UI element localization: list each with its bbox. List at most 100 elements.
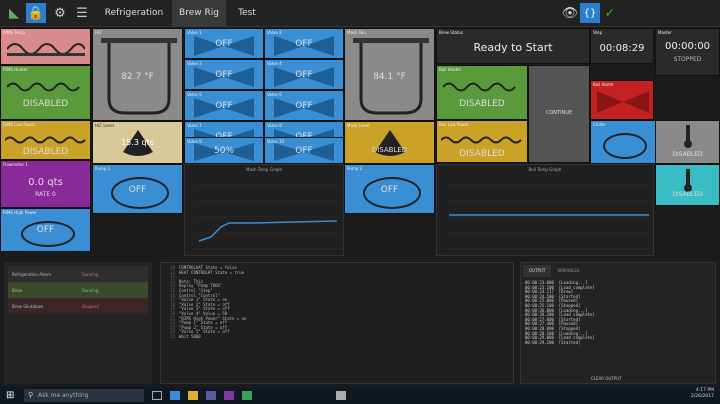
tile-boil-thermo[interactable]: DISABLED (655, 120, 720, 164)
eye-icon[interactable]: 👁 (560, 3, 580, 23)
tile-boil-low[interactable]: Boil Low Power DISABLED (436, 120, 528, 163)
tile-valve-2[interactable]: Valve 2 OFF (264, 28, 344, 59)
disabled-label: DISABLED (22, 147, 69, 157)
task-view-icon[interactable] (152, 391, 162, 400)
line-number: 25 (170, 333, 175, 339)
tile-label: Boil Heater (439, 67, 462, 72)
app-icon[interactable] (336, 391, 346, 400)
tray-clock[interactable]: 4:17 PM 2/26/2017 (691, 388, 714, 400)
status-value: Running (82, 271, 99, 277)
tab-brew-rig[interactable]: Brew Rig (172, 0, 226, 27)
check-icon[interactable]: ✓ (600, 3, 620, 23)
app-icon[interactable] (242, 391, 252, 400)
tile-label: Valve 7 (187, 123, 202, 128)
off-label: OFF (128, 185, 147, 195)
status-row[interactable]: Brew Shutdown Stopped (8, 298, 148, 314)
tab-refrigeration[interactable]: Refrigeration (96, 0, 172, 27)
tile-valve-4[interactable]: Valve 4 OFF (264, 59, 344, 90)
code-area[interactable]: 10 CONTROLHAT State = false 11 HEAT CONTROL… (165, 265, 246, 340)
lock-icon[interactable]: 🔒 (26, 3, 46, 23)
status-name: Refrigeration Alarm (12, 271, 52, 277)
heater-coil-icon (443, 82, 516, 92)
tile-rims-high[interactable]: RIMS High Power OFF (0, 208, 91, 252)
heater-coil-icon (7, 82, 80, 92)
windows-start-icon[interactable]: ⊞ (6, 390, 14, 401)
status-value: Stopped (82, 303, 99, 309)
output-panel: OUTPUT VARIABLES 00:00:23.000 [Loading..… (520, 262, 716, 384)
tile-label: Valve 4 (267, 61, 282, 66)
code-braces-icon[interactable]: {} (580, 3, 600, 23)
tile-label: RIMS Temp (3, 30, 25, 35)
tile-label: Valve 2 (267, 30, 282, 35)
tile-valve-10[interactable]: Valve 10 OFF (264, 137, 344, 164)
tile-rims-low[interactable]: RIMS Low Power DISABLED (0, 120, 91, 160)
tile-valve-9[interactable]: Valve 9 50% (184, 137, 264, 164)
heater-coil-icon (441, 136, 522, 144)
tile-valve-1[interactable]: Valve 1 OFF (184, 28, 264, 59)
disabled-label: DISABLED (672, 191, 703, 198)
tile-hlt-level[interactable]: HLT Level 15.3 qts (92, 121, 183, 164)
heater-coil-icon (5, 136, 86, 144)
list-icon[interactable]: ☰ (72, 3, 92, 23)
disabled-label: DISABLED (371, 146, 408, 154)
tile-label: Valve 8 (267, 123, 282, 128)
tile-mash-temp[interactable]: Mash Tun 84.1 °F (344, 28, 435, 121)
app-icon[interactable] (224, 391, 234, 400)
tile-label: RIMS High Power (3, 210, 37, 215)
tile-rims-heater[interactable]: RIMS Heater DISABLED (0, 65, 91, 120)
clear-output-button[interactable]: CLEAR OUTPUT (591, 376, 622, 381)
status-row[interactable]: Brew Running (8, 282, 148, 298)
off-label: OFF (36, 225, 55, 235)
valve-icon (597, 91, 649, 113)
thermometer-icon (684, 169, 692, 192)
graph-title: Mash Temp Graph (246, 167, 282, 172)
tile-mash-level[interactable]: Mash Level DISABLED (344, 121, 435, 164)
continue-button[interactable]: CONTINUE (528, 65, 590, 163)
tile-chiller[interactable]: Chiller (590, 120, 656, 164)
flow-value: 0.0 qts (28, 177, 63, 188)
tile-label: Master (658, 30, 672, 35)
tile-label: Pump 1 (95, 166, 111, 171)
tile-valve-3[interactable]: Valve 3 OFF (184, 59, 264, 90)
tab-variables[interactable]: VARIABLES (551, 265, 585, 277)
tile-label: RIMS Heater (3, 67, 28, 72)
folder-icon[interactable] (188, 391, 198, 400)
search-placeholder: Ask me anything (38, 392, 89, 399)
tile-flowmeter[interactable]: Flowmeter 1 0.0 qts RATE 0 (0, 160, 91, 208)
status-name: Brew Shutdown (12, 303, 44, 309)
top-bar: ◣ 🔒 ⚙ ☰ Refrigeration Brew Rig Test 👁 {}… (0, 0, 720, 27)
tile-tan-fill[interactable]: DISABLED (655, 164, 720, 206)
tile-label: Brew Status (439, 30, 464, 35)
off-label: OFF (295, 70, 313, 80)
tile-label: Step (593, 30, 603, 35)
status-row[interactable]: Refrigeration Alarm Running (8, 266, 148, 282)
tab-output[interactable]: OUTPUT (523, 265, 552, 277)
browser-icon[interactable] (170, 391, 180, 400)
tab-test[interactable]: Test (226, 0, 268, 27)
code-text: Wait 5000 (179, 333, 201, 339)
tile-boil-heater[interactable]: Boil Heater DISABLED (436, 65, 528, 120)
hlt-level-value: 15.3 qts (121, 138, 154, 147)
valve-percent: 50% (213, 146, 234, 156)
tile-brew-status: Brew Status Ready to Start (436, 28, 590, 64)
off-label: OFF (295, 39, 313, 49)
tile-label: Boil Low Power (439, 122, 469, 127)
off-label: OFF (215, 39, 233, 49)
tile-valve-5[interactable]: Valve 5 OFF (184, 90, 264, 121)
tile-master-timer: Master 00:00:00 STOPPED (655, 28, 720, 76)
search-box[interactable]: ⚲ Ask me anything (24, 389, 144, 402)
tile-valve-6[interactable]: Valve 6 OFF (264, 90, 344, 121)
tile-rims-temp[interactable]: RIMS Temp (0, 28, 91, 65)
code-line[interactable]: 25 Wait 5000 (165, 333, 246, 340)
disabled-label: DISABLED (459, 149, 505, 159)
app-icon[interactable] (206, 391, 216, 400)
status-name: Brew (12, 287, 23, 293)
tile-pump-2[interactable]: Pump 2 OFF (344, 164, 435, 214)
tile-pump-1[interactable]: Pump 1 OFF (92, 164, 183, 214)
gear-icon[interactable]: ⚙ (50, 3, 70, 23)
tile-hlt-temp[interactable]: HLT 82.7 °F (92, 28, 183, 121)
tile-label: Pump 2 (347, 166, 363, 171)
script-editor[interactable]: 10 CONTROLHAT State = false 11 HEAT CONTROL… (160, 262, 514, 384)
boil-temp-plot (445, 184, 651, 250)
tile-boil-alarm[interactable]: Boil Alarm (590, 80, 654, 120)
